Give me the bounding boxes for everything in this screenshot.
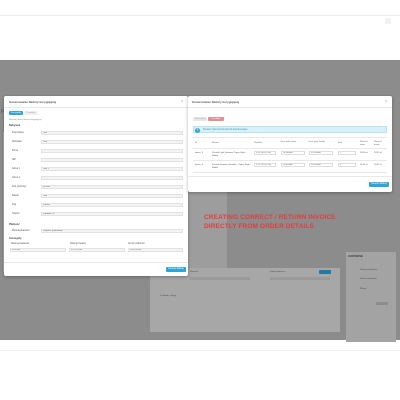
buyer-field-label: Nazwisko [12, 141, 22, 143]
top-icon-placeholder [385, 18, 391, 24]
row-qty-input[interactable]: 1 [338, 151, 356, 155]
info-text: Zaznacz ilości do korekty lub zwrotu tow… [203, 129, 248, 131]
column-header-total-net: Wartość netto [360, 141, 368, 146]
issue-date-field[interactable]: 12.2016 [10, 248, 66, 252]
buyer-field-label: Telefon [12, 213, 20, 215]
buyer-field-label: Kod pocztowy [12, 186, 27, 188]
bg-amount-input [270, 277, 330, 280]
section-details: Szczegóły [9, 237, 22, 240]
sale-date-field[interactable]: 12.12.2016 [69, 248, 125, 252]
section-buyer: Nabywca [9, 124, 21, 127]
payment-method-field[interactable]: Płatność przelewem [41, 229, 183, 233]
payment-method-label: Metoda płatności [12, 230, 30, 232]
row-divider [193, 160, 387, 161]
sale-date-label: Data sprzedaży [70, 243, 86, 245]
modal-header-divider [4, 107, 188, 108]
row-id: demo_3 [195, 152, 203, 154]
row-gross-price-input[interactable]: 29.520000 [309, 151, 333, 155]
buyer-field-input[interactable] [41, 149, 183, 153]
row-product-name: Printed Summer Sandals - Paper Style - M… [212, 164, 251, 169]
bg-order-value-box [376, 302, 388, 305]
bg-order-item-2: Status zamówienia [360, 278, 377, 280]
info-icon: ? [195, 128, 200, 133]
background-order-panel [346, 252, 396, 342]
info-alert: ? Zaznacz ilości do korekty lub zwrotu t… [193, 126, 387, 133]
buyer-field-label: NIP [12, 159, 16, 161]
table-top-divider [193, 137, 387, 138]
column-header-id: ID [195, 142, 198, 144]
buyer-field-input[interactable]: Portable 10 [41, 212, 183, 216]
row-net-price-input[interactable]: 24.000000 [281, 151, 305, 155]
buyer-field-input[interactable] [41, 158, 183, 162]
column-header-tax: Podatek [254, 142, 263, 144]
row-total-gross: 20,31 zł [374, 164, 382, 166]
bg-order-item-1: Wersja zamówienia [360, 269, 378, 271]
caption-line-1: CREATING CORRECT / RETURN INVOICE [204, 214, 336, 221]
bg-payment-amount-label: Kwota płatności [270, 271, 286, 273]
generate-invoice-button[interactable]: Generuj fakturę [166, 267, 186, 272]
modal-header-divider [188, 107, 392, 108]
tab-details[interactable]: Szczegóły [9, 111, 23, 115]
buyer-field-label: Firma [12, 150, 18, 152]
buyer-field-input[interactable] [41, 176, 183, 180]
buyer-field-label: Imię/nazwa [12, 132, 24, 134]
buyer-field-label: Adres 1 [12, 168, 20, 170]
modal-title: Generowanie faktury korygującej [192, 100, 240, 104]
column-header-net: Cena jedn. netto [280, 141, 297, 143]
bg-save-button [319, 270, 331, 274]
column-header-gross: Cena jedn. brutto [308, 141, 325, 143]
bg-payment-label: Płatność [190, 271, 199, 273]
buyer-field-input[interactable]: Test [41, 140, 183, 144]
row-product-name: Printed Light Summer Paper Style - Model [212, 152, 247, 157]
payment-due-label: Termin płatności [128, 243, 145, 245]
modal-footer-divider [4, 262, 188, 263]
buyer-field-label: Kraj [12, 204, 17, 206]
correction-invoice-modal-details: Generowanie faktury korygującej × Szczeg… [4, 96, 188, 276]
buyer-field-input[interactable]: Test [41, 194, 183, 198]
payment-due-field[interactable]: 13.12.2016 [128, 248, 183, 252]
tab-products[interactable]: Produkty [208, 117, 224, 121]
column-header-name: Nazwa [212, 142, 219, 144]
generate-invoice-button[interactable]: Generuj fakturę [369, 182, 389, 187]
column-header-total-gross: Wartość brutto [374, 141, 382, 146]
table-header-divider [193, 148, 387, 149]
row-net-price-input[interactable]: 16.510000 [281, 163, 305, 167]
modal-footer-divider [188, 176, 392, 177]
bg-order-item-3: Wersja [360, 288, 367, 290]
row-tax-select[interactable]: PTU 23% (23%) [254, 163, 276, 167]
buyer-field-input[interactable]: 00-000 [41, 185, 183, 189]
row-tax-select[interactable]: PTU 23% (23%) [254, 151, 276, 155]
footer-divider [0, 350, 400, 351]
bg-products-label: Produkty i usługi [160, 295, 177, 297]
row-gross-price-input[interactable]: 20.310000 [309, 163, 333, 167]
form-hint: Wypełnij dane faktury korygującej [9, 119, 42, 121]
row-divider [193, 172, 387, 173]
bg-payment-input [190, 277, 250, 280]
feature-caption: CREATING CORRECT / RETURN INVOICE DIRECT… [204, 213, 338, 231]
tab-products[interactable]: Produkty [24, 111, 38, 115]
caption-line-2: DIRECTLY FROM ORDER DETAILS [204, 223, 314, 230]
modal-title: Generowanie faktury korygującej [9, 100, 57, 104]
top-divider [0, 15, 400, 16]
issue-date-label: Data wystawienia [11, 243, 29, 245]
row-total-gross: 29,52 zł [374, 152, 382, 154]
close-icon[interactable]: × [181, 98, 183, 103]
buyer-field-input[interactable]: Test 1 [41, 167, 183, 171]
buyer-field-input[interactable]: Test [41, 131, 183, 135]
tab-details[interactable]: Szczegóły [193, 117, 207, 121]
row-total-net: 16,51 zł [360, 164, 368, 166]
column-header-qty: Ilość [338, 142, 343, 144]
close-icon[interactable]: × [385, 98, 387, 103]
buyer-field-label: Adres 2 [12, 177, 20, 179]
bg-order-title: ZAMÓWIENIE [348, 256, 363, 258]
admin-page: Pr Płatność Kwota płatności Produkty i u… [0, 0, 400, 400]
buyer-field-input[interactable]: Polska [41, 203, 183, 207]
section-payment: Płatność [9, 223, 20, 226]
row-qty-input[interactable]: 1 [338, 163, 356, 167]
row-id: demo_4 [195, 164, 203, 166]
correction-invoice-modal-products: Generowanie faktury korygującej × Szczeg… [188, 96, 392, 192]
row-total-net: 24,00 zł [360, 152, 368, 154]
buyer-field-label: Miasto [12, 195, 19, 197]
